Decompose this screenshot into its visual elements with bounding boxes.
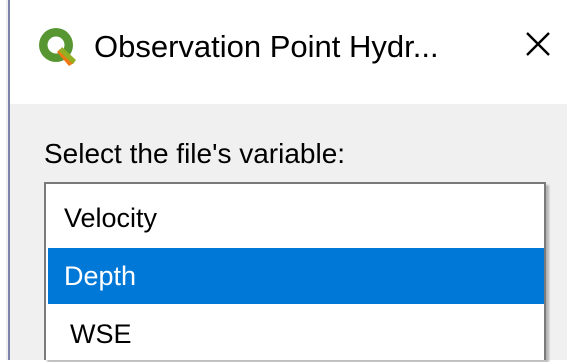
qgis-icon: [36, 25, 80, 69]
background-edge: [0, 0, 6, 360]
dialog-body: Select the file's variable: Velocity Dep…: [10, 104, 567, 360]
close-button[interactable]: [510, 18, 566, 74]
title-bar[interactable]: Observation Point Hydr...: [10, 0, 567, 104]
option-wse[interactable]: WSE: [48, 306, 544, 362]
option-velocity[interactable]: Velocity: [48, 190, 544, 246]
option-depth[interactable]: Depth: [48, 248, 544, 304]
dialog-window: Observation Point Hydr... Select the fil…: [0, 0, 567, 360]
variable-prompt-label: Select the file's variable:: [44, 138, 346, 169]
close-icon: [524, 30, 552, 63]
window-title: Observation Point Hydr...: [94, 29, 439, 64]
variable-dropdown-list[interactable]: Velocity Depth WSE: [44, 182, 546, 360]
